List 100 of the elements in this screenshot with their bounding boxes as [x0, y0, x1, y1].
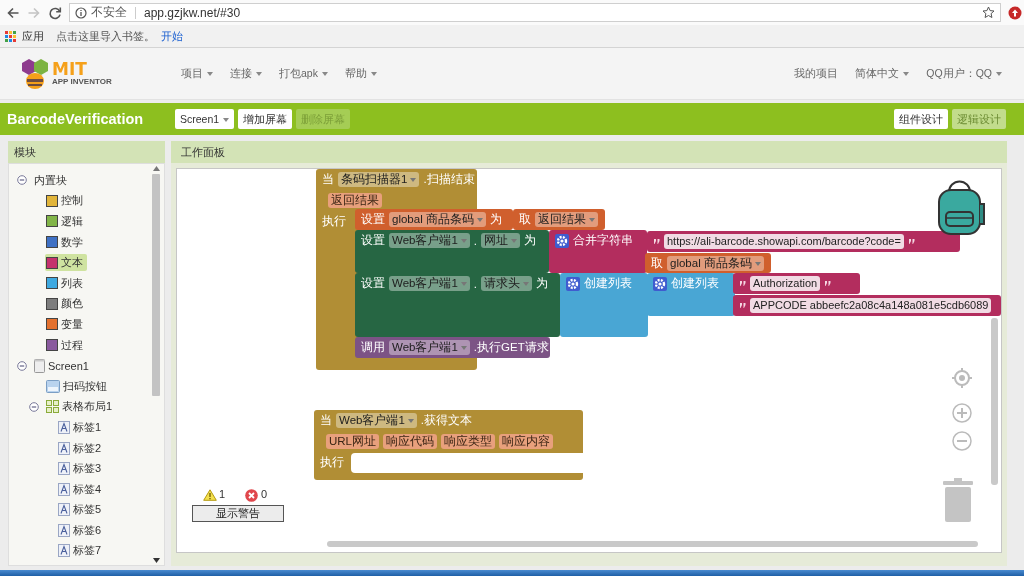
caret-icon	[589, 217, 595, 222]
parameter-chip[interactable]: URL网址	[326, 434, 379, 449]
caret-icon	[754, 261, 761, 266]
menu-item[interactable]: 帮助	[344, 66, 377, 81]
block-dropdown[interactable]: 返回结果	[535, 212, 598, 227]
view-button[interactable]: 组件设计	[894, 109, 948, 129]
tree-item[interactable]: 逻辑	[45, 213, 87, 230]
string-field[interactable]: Authorization	[750, 276, 821, 291]
tree-item[interactable]: 标签1	[57, 418, 106, 436]
block-dropdown[interactable]: Web客户端1	[389, 276, 470, 291]
star-icon	[982, 6, 995, 19]
caret-icon	[460, 238, 467, 243]
string-field[interactable]: https://ali-barcode.showapi.com/barcode?code=	[664, 234, 904, 249]
error-icon	[245, 489, 258, 502]
block-dropdown[interactable]: Web客户端1	[336, 413, 417, 428]
block-dropdown[interactable]: global 商品条码	[389, 212, 486, 227]
block-label: 为	[524, 233, 537, 248]
tree-item[interactable]: 变量	[45, 315, 87, 333]
block-dropdown[interactable]: 条码扫描器1	[338, 172, 420, 187]
scrollbar[interactable]	[991, 318, 998, 485]
zoom-in-icon	[952, 403, 972, 423]
label-icon	[58, 523, 70, 537]
start-link[interactable]: 开始	[161, 28, 183, 44]
tree-item[interactable]: 过程	[45, 336, 87, 354]
bookmark-link[interactable]: 应用	[22, 28, 44, 44]
tree-item[interactable]: 文本	[45, 254, 87, 272]
block-label: .	[473, 277, 478, 290]
address-bar[interactable]: 不安全 app.gzjkw.net/#30	[69, 3, 1001, 22]
screen-button[interactable]: 增加屏幕	[238, 109, 293, 129]
block-dropdown[interactable]: 网址	[481, 233, 521, 248]
caret-icon	[223, 118, 230, 123]
block-dropdown[interactable]: Web客户端1	[389, 340, 470, 355]
menu-item[interactable]: 我的项目	[794, 66, 839, 81]
tree-item[interactable]: 控制	[45, 192, 87, 210]
menu-item[interactable]: 简体中文	[855, 66, 910, 81]
parameter-chip[interactable]: 返回结果	[328, 193, 382, 208]
block-label: 设置	[361, 212, 385, 227]
scrollbar[interactable]	[152, 174, 160, 396]
block-label: 设置	[361, 233, 385, 248]
tree-item[interactable]: 数学	[45, 233, 87, 251]
panel-title: 工作面板	[171, 141, 1007, 163]
scrollbar[interactable]	[327, 541, 978, 547]
tree-item[interactable]: 扫码按钮	[45, 377, 111, 395]
tree-item[interactable]: 标签6	[57, 521, 106, 539]
scroll-up-icon	[152, 166, 160, 171]
gear-icon	[653, 276, 667, 291]
block-label: 创建列表	[584, 276, 632, 291]
screen-dropdown[interactable]: Screen1	[175, 109, 235, 129]
scroll-down-icon	[152, 558, 160, 563]
caret-icon	[903, 71, 910, 76]
security-label: 不安全	[91, 4, 127, 21]
caret-icon	[407, 418, 414, 423]
menu-item[interactable]: 打包apk	[279, 66, 328, 81]
url-text: app.gzjkw.net/#30	[144, 5, 241, 20]
parameter-chip[interactable]: 响应内容	[499, 434, 553, 449]
table-icon	[46, 400, 59, 414]
block-label: .	[473, 234, 478, 247]
caret-icon	[207, 71, 213, 76]
parameter-chip[interactable]: 响应代码	[383, 434, 437, 449]
tree-item[interactable]: 标签3	[57, 460, 106, 478]
block-label: 合并字符串	[573, 233, 633, 248]
tree-item[interactable]: 列表	[45, 274, 87, 292]
tree-item[interactable]: 标签2	[57, 439, 106, 457]
reload-icon	[48, 5, 62, 20]
block-dropdown[interactable]: global 商品条码	[667, 256, 764, 271]
menu-item[interactable]: 连接	[230, 66, 262, 81]
caret-icon	[523, 281, 530, 286]
block-label: .获得文本	[420, 413, 473, 428]
caret-icon	[370, 71, 377, 76]
block-label: .扫描结束	[423, 172, 475, 187]
forward-icon	[27, 5, 41, 20]
tree-item[interactable]: 内置块	[33, 171, 71, 189]
quote-icon	[824, 280, 832, 287]
block-label: 设置	[361, 276, 385, 291]
panel-title: 模块	[8, 141, 165, 163]
block-dropdown[interactable]: 请求头	[481, 276, 533, 291]
info-icon	[75, 6, 87, 19]
tree-item[interactable]: 标签4	[57, 480, 106, 498]
parameter-chip[interactable]: 响应类型	[441, 434, 495, 449]
menu-item[interactable]: 项目	[181, 66, 213, 81]
show-warnings-button[interactable]: 显示警告	[192, 505, 284, 522]
menu-item[interactable]: QQ用户：QQ	[926, 66, 1002, 81]
bookmarks-hint: 点击这里导入书签。	[56, 28, 155, 44]
tree-item[interactable]: 颜色	[45, 295, 87, 313]
block-dropdown[interactable]: Web客户端1	[389, 233, 470, 248]
tree-item[interactable]: 标签5	[57, 501, 106, 519]
screen-icon	[34, 358, 45, 373]
quote-icon	[653, 238, 660, 245]
tree-item[interactable]: 标签7	[57, 542, 106, 560]
string-field[interactable]: APPCODE abbeefc2a08c4a148a081e5cdb6089	[750, 298, 992, 313]
tree-item[interactable]: Screen1	[33, 357, 93, 374]
caret-icon	[460, 281, 467, 286]
logo-subtitle: APP INVENTOR	[52, 78, 112, 86]
caret-icon	[511, 238, 518, 243]
quote-icon	[907, 238, 915, 245]
tree-item[interactable]: 表格布局1	[45, 398, 117, 416]
caret-icon	[996, 71, 1002, 76]
label-icon	[58, 420, 70, 434]
block-label: .执行GET请求	[473, 340, 549, 355]
logo-icon	[20, 56, 50, 91]
